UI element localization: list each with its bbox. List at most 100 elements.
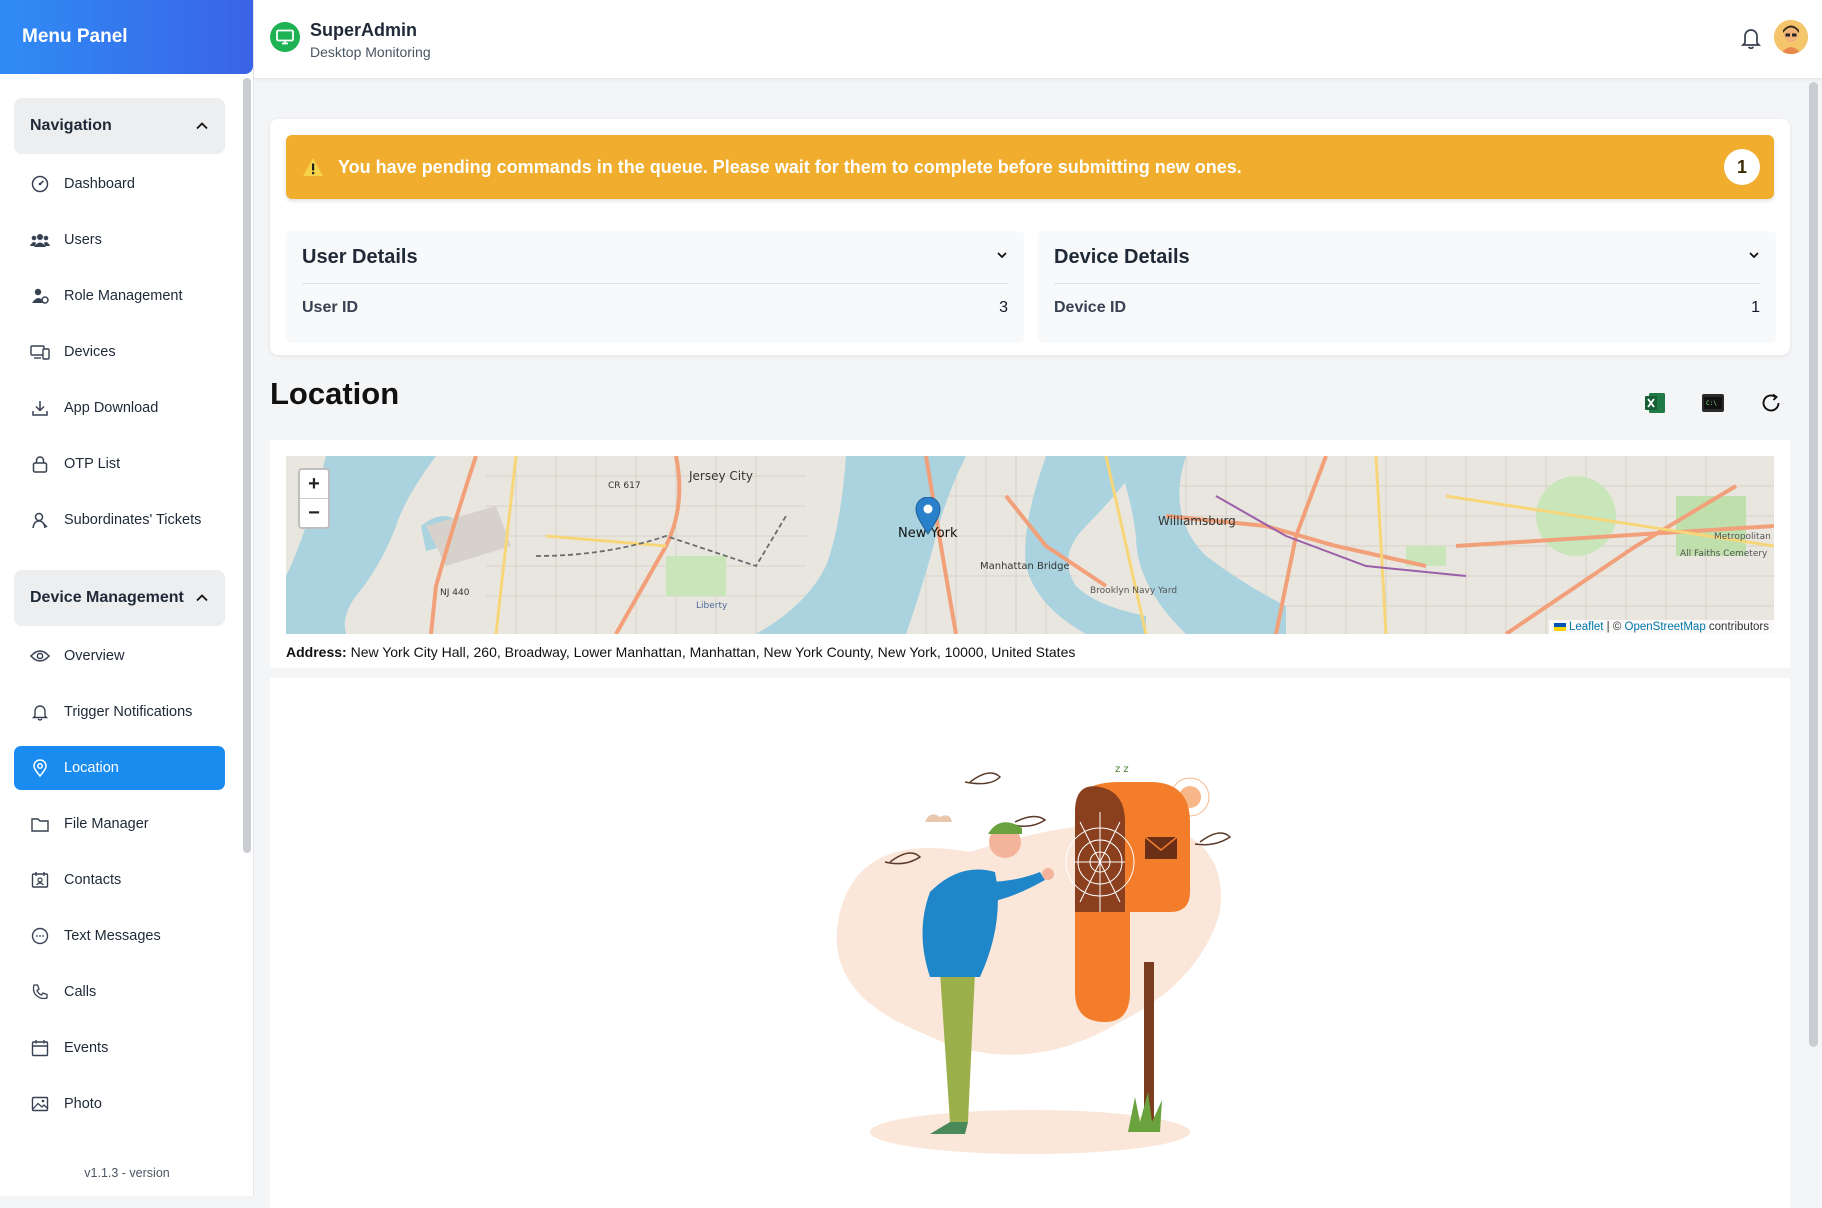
device-details-panel: Device Details Device ID 1 xyxy=(1038,231,1776,343)
sidebar-item-label: Dashboard xyxy=(64,176,135,192)
sidebar-item-app-download[interactable]: App Download xyxy=(14,386,225,430)
monitor-icon xyxy=(270,22,300,52)
sidebar-item-devices[interactable]: Devices xyxy=(14,330,225,374)
map-label-williamsburg: Williamsburg xyxy=(1158,514,1236,528)
map-label-metropolitan: Metropolitan xyxy=(1714,532,1771,542)
sidebar-item-role-management[interactable]: Role Management xyxy=(14,274,225,318)
map-label-all-faiths: All Faiths Cemetery xyxy=(1680,549,1768,559)
chevron-up-icon xyxy=(195,591,209,605)
sidebar-item-label: Contacts xyxy=(64,872,122,888)
menu-panel-title: Menu Panel xyxy=(0,0,253,74)
terminal-icon[interactable]: C:\ xyxy=(1700,390,1726,416)
svg-text:z z: z z xyxy=(1115,764,1129,775)
sidebar-item-label: Events xyxy=(64,1040,109,1056)
sidebar-item-label: Text Messages xyxy=(64,928,161,944)
user-id-label: User ID xyxy=(302,299,359,316)
chevron-up-icon xyxy=(195,119,209,133)
sidebar-item-users[interactable]: Users xyxy=(14,218,225,262)
sidebar-item-calls[interactable]: Calls xyxy=(14,970,225,1014)
chevron-down-icon xyxy=(996,248,1008,266)
svg-text:C:\: C:\ xyxy=(1706,400,1717,407)
map-label-nj440: NJ 440 xyxy=(440,588,470,598)
excel-export-icon[interactable] xyxy=(1642,390,1668,416)
device-management-heading: Device Management xyxy=(30,589,184,606)
pending-commands-alert: You have pending commands in the queue. … xyxy=(286,135,1774,199)
sidebar-scrollbar[interactable] xyxy=(243,78,251,853)
sidebar-item-photo[interactable]: Photo xyxy=(14,1082,225,1126)
summary-card: You have pending commands in the queue. … xyxy=(270,119,1790,355)
bell-icon xyxy=(30,702,50,722)
sidebar-item-label: OTP List xyxy=(64,456,121,472)
address-line: Address: New York City Hall, 260, Broadw… xyxy=(286,644,1075,660)
eye-icon xyxy=(30,646,50,666)
zoom-out-button[interactable]: − xyxy=(300,499,328,527)
sidebar-item-otp-list[interactable]: OTP List xyxy=(14,442,225,486)
dashboard-icon xyxy=(30,174,50,194)
user-details-header[interactable]: User Details xyxy=(302,231,1008,284)
sidebar-scroll-area: Navigation Dashboard Users Role Manageme… xyxy=(0,74,239,1196)
sidebar-item-file-manager[interactable]: File Manager xyxy=(14,802,225,846)
sidebar-item-label: Trigger Notifications xyxy=(64,704,193,720)
attribution-separator: | © xyxy=(1603,621,1625,633)
app-version: v1.1.3 - version xyxy=(84,1166,170,1180)
attribution-contributors: contributors xyxy=(1705,621,1769,633)
sidebar-item-location[interactable]: Location xyxy=(14,746,225,790)
device-details-title: Device Details xyxy=(1054,245,1190,268)
device-management-section-toggle[interactable]: Device Management xyxy=(14,570,225,626)
contacts-icon xyxy=(30,870,50,890)
sidebar-item-dashboard[interactable]: Dashboard xyxy=(14,162,225,206)
navigation-section-toggle[interactable]: Navigation xyxy=(14,98,225,154)
download-icon xyxy=(30,398,50,418)
user-details-title: User Details xyxy=(302,245,418,268)
sidebar-item-contacts[interactable]: Contacts xyxy=(14,858,225,902)
map-label-manhattan-bridge: Manhattan Bridge xyxy=(980,561,1070,572)
sidebar-item-label: Calls xyxy=(64,984,97,1000)
address-value: New York City Hall, 260, Broadway, Lower… xyxy=(350,644,1076,660)
avatar[interactable] xyxy=(1774,20,1808,54)
sidebar-item-label: Role Management xyxy=(64,288,183,304)
map-attribution: Leaflet | © OpenStreetMap contributors xyxy=(1548,620,1774,634)
zoom-in-button[interactable]: + xyxy=(300,470,328,499)
leaflet-link[interactable]: Leaflet xyxy=(1569,621,1604,633)
ticket-user-icon xyxy=(30,510,50,530)
warning-icon xyxy=(302,156,324,178)
refresh-icon[interactable] xyxy=(1758,390,1784,416)
map-zoom-control: + − xyxy=(298,468,330,529)
main-scrollbar[interactable] xyxy=(1809,82,1818,1047)
devices-icon xyxy=(30,342,50,362)
sidebar-item-subordinates-tickets[interactable]: Subordinates' Tickets xyxy=(14,498,225,542)
sidebar-item-overview[interactable]: Overview xyxy=(14,634,225,678)
sidebar-item-label: File Manager xyxy=(64,816,149,832)
empty-mailbox-illustration: z z xyxy=(836,764,1232,1154)
device-management-list: Overview Trigger Notifications Location … xyxy=(14,634,225,1126)
device-id-row: Device ID 1 xyxy=(1054,299,1760,317)
map-label-liberty: Liberty xyxy=(696,601,728,611)
calendar-icon xyxy=(30,1038,50,1058)
navigation-heading: Navigation xyxy=(30,117,112,134)
map-label-cr617: CR 617 xyxy=(608,481,641,491)
sidebar-item-label: Location xyxy=(64,760,119,776)
sidebar-item-label: Overview xyxy=(64,648,125,664)
sidebar-item-label: Users xyxy=(64,232,102,248)
notification-bell-icon[interactable] xyxy=(1740,26,1762,55)
lock-icon xyxy=(30,454,50,474)
app-subtitle: Desktop Monitoring xyxy=(310,44,431,60)
location-map[interactable]: Jersey City New York Williamsburg Manhat… xyxy=(286,456,1774,634)
map-marker-icon[interactable] xyxy=(915,496,941,540)
sidebar-item-label: Devices xyxy=(64,344,116,360)
sidebar-item-label: Photo xyxy=(64,1096,102,1112)
message-icon xyxy=(30,926,50,946)
user-id-value: 3 xyxy=(999,299,1008,316)
openstreetmap-link[interactable]: OpenStreetMap xyxy=(1625,621,1706,633)
sidebar-item-trigger-notifications[interactable]: Trigger Notifications xyxy=(14,690,225,734)
sidebar-item-text-messages[interactable]: Text Messages xyxy=(14,914,225,958)
map-label-brooklyn-navy-yard: Brooklyn Navy Yard xyxy=(1090,586,1177,596)
user-id-row: User ID 3 xyxy=(302,299,1008,317)
ukraine-flag-icon xyxy=(1553,622,1566,631)
sidebar-item-events[interactable]: Events xyxy=(14,1026,225,1070)
user-details-panel: User Details User ID 3 xyxy=(286,231,1024,343)
alert-message: You have pending commands in the queue. … xyxy=(338,156,1242,177)
phone-icon xyxy=(30,982,50,1002)
device-details-header[interactable]: Device Details xyxy=(1054,231,1760,284)
image-icon xyxy=(30,1094,50,1114)
